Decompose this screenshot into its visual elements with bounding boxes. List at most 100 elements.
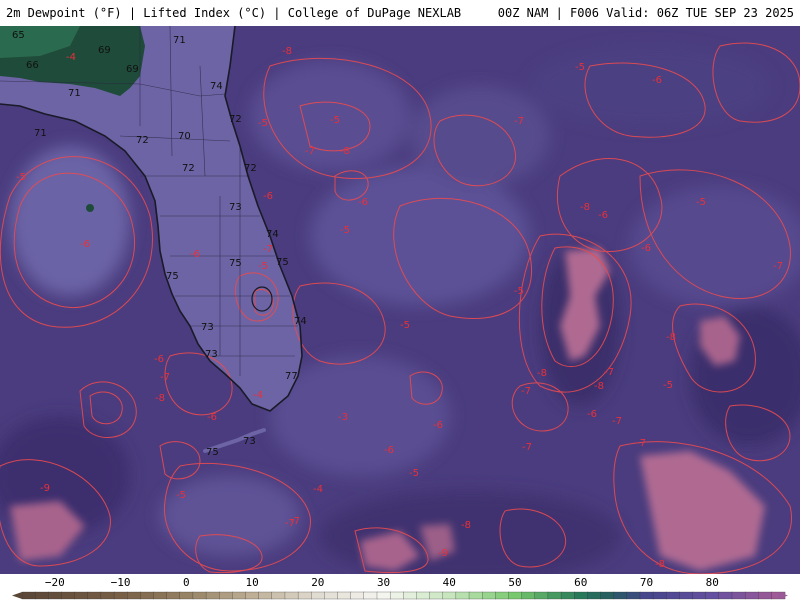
li-label: -5 <box>258 118 268 129</box>
colorbar-segment <box>350 591 365 600</box>
colorbar-segment <box>113 591 128 600</box>
dewpoint-label: 73 <box>229 202 242 213</box>
li-label: -8 <box>537 368 547 379</box>
colorbar-segment <box>87 591 102 600</box>
li-label: -4 <box>313 484 323 495</box>
colorbar-segment <box>205 591 220 600</box>
colorbar-segment <box>692 591 707 600</box>
colorbar-segment <box>337 591 352 600</box>
dewpoint-label: 73 <box>201 322 214 333</box>
li-label: -7 <box>521 386 531 397</box>
colorbar-tick-label: −10 <box>111 576 131 589</box>
dewpoint-label: 66 <box>78 26 91 27</box>
li-label: -5 <box>340 225 350 236</box>
colorbar-segment <box>61 591 76 600</box>
colorbar-segment <box>271 591 286 600</box>
colorbar-segment <box>376 591 391 600</box>
colorbar-segment <box>100 591 115 600</box>
colorbar-segment <box>547 591 562 600</box>
colorbar-segment <box>652 591 667 600</box>
product-title: 2m Dewpoint (°F) | Lifted Index (°C) | C… <box>6 6 462 20</box>
dewpoint-label: 70 <box>178 131 191 142</box>
li-label: -6 <box>207 412 217 423</box>
li-label: -5 <box>663 380 673 391</box>
colorbar-segment <box>416 591 431 600</box>
colorbar-segment <box>626 591 641 600</box>
dewpoint-label: 71 <box>173 35 186 46</box>
colorbar-segment <box>324 591 339 600</box>
colorbar-segment <box>639 591 654 600</box>
li-label: -5 <box>400 320 410 331</box>
colorbar-segment <box>232 591 247 600</box>
colorbar-segment <box>219 591 234 600</box>
dewpoint-label: 75 <box>276 257 289 268</box>
li-label: -6 <box>80 239 90 250</box>
colorbar-segment <box>613 591 628 600</box>
colorbar-segment <box>534 591 549 600</box>
li-label: -8 <box>155 393 165 404</box>
li-label: -8 <box>461 520 471 531</box>
weather-map: 65 66 69 69 66 71 71 71 74 72 72 70 72 7… <box>0 26 800 574</box>
li-label: -7 <box>604 367 614 378</box>
li-label: -9 <box>438 548 448 559</box>
colorbar-segment <box>679 591 694 600</box>
li-label: -7 <box>773 261 783 272</box>
li-label: -7 <box>263 244 273 255</box>
li-label: -7 <box>514 116 524 127</box>
colorbar-segment <box>258 591 273 600</box>
colorbar-segment <box>731 591 746 600</box>
colorbar-segment <box>34 591 49 600</box>
colorbar-tick-label: 80 <box>706 576 719 589</box>
colorbar-segment <box>166 591 181 600</box>
colorbar-ramp <box>12 591 788 600</box>
colorbar-segment <box>508 591 523 600</box>
dewpoint-label: 69 <box>126 64 139 75</box>
colorbar-segment <box>442 591 457 600</box>
colorbar-tick-label: 20 <box>311 576 324 589</box>
dewpoint-label: 73 <box>205 349 218 360</box>
li-label: -5 <box>16 172 26 183</box>
li-label: -5 <box>409 468 419 479</box>
li-label: -6 <box>154 354 164 365</box>
colorbar-segment <box>311 591 326 600</box>
colorbar-ticks: −20 −10 0 10 20 30 40 50 60 70 80 <box>45 576 719 589</box>
colorbar-min-arrow <box>12 592 22 599</box>
colorbar-segment <box>718 591 733 600</box>
dewpoint-label: 74 <box>294 316 307 327</box>
li-label: -7 <box>305 146 315 157</box>
colorbar-segment <box>587 591 602 600</box>
dewpoint-label: 75 <box>206 447 219 458</box>
dewpoint-label: 72 <box>244 163 257 174</box>
colorbar: −20 −10 0 10 20 30 40 50 60 70 80 <box>0 574 800 600</box>
colorbar-segment <box>192 591 207 600</box>
dewpoint-label: 72 <box>229 114 242 125</box>
colorbar-segment <box>297 591 312 600</box>
dewpoint-label: 66 <box>26 60 39 71</box>
li-label: -8 <box>580 202 590 213</box>
li-label: -5 <box>176 490 186 501</box>
colorbar-tick-label: 10 <box>245 576 258 589</box>
colorbar-segment <box>245 591 260 600</box>
li-label: -5 <box>330 115 340 126</box>
li-label: -4 <box>253 390 263 401</box>
colorbar-segment <box>140 591 155 600</box>
dewpoint-label: 73 <box>243 436 256 447</box>
dewpoint-label: 71 <box>68 88 81 99</box>
colorbar-tick-label: 0 <box>183 576 190 589</box>
colorbar-tick-label: 50 <box>508 576 521 589</box>
moist-pocket <box>86 204 94 212</box>
li-label: -8 <box>666 332 676 343</box>
dewpoint-label: 72 <box>136 135 149 146</box>
colorbar-segment <box>495 591 510 600</box>
colorbar-tick-label: 40 <box>443 576 456 589</box>
colorbar-segment <box>429 591 444 600</box>
colorbar-segment <box>560 591 575 600</box>
li-label: -6 <box>263 191 273 202</box>
li-label: -6 <box>652 75 662 86</box>
li-label: -6 <box>641 243 651 254</box>
dewpoint-label: 72 <box>182 163 195 174</box>
colorbar-segment <box>482 591 496 600</box>
colorbar-tick-label: 60 <box>574 576 587 589</box>
colorbar-segment <box>666 591 681 600</box>
li-label: -7 <box>522 442 532 453</box>
